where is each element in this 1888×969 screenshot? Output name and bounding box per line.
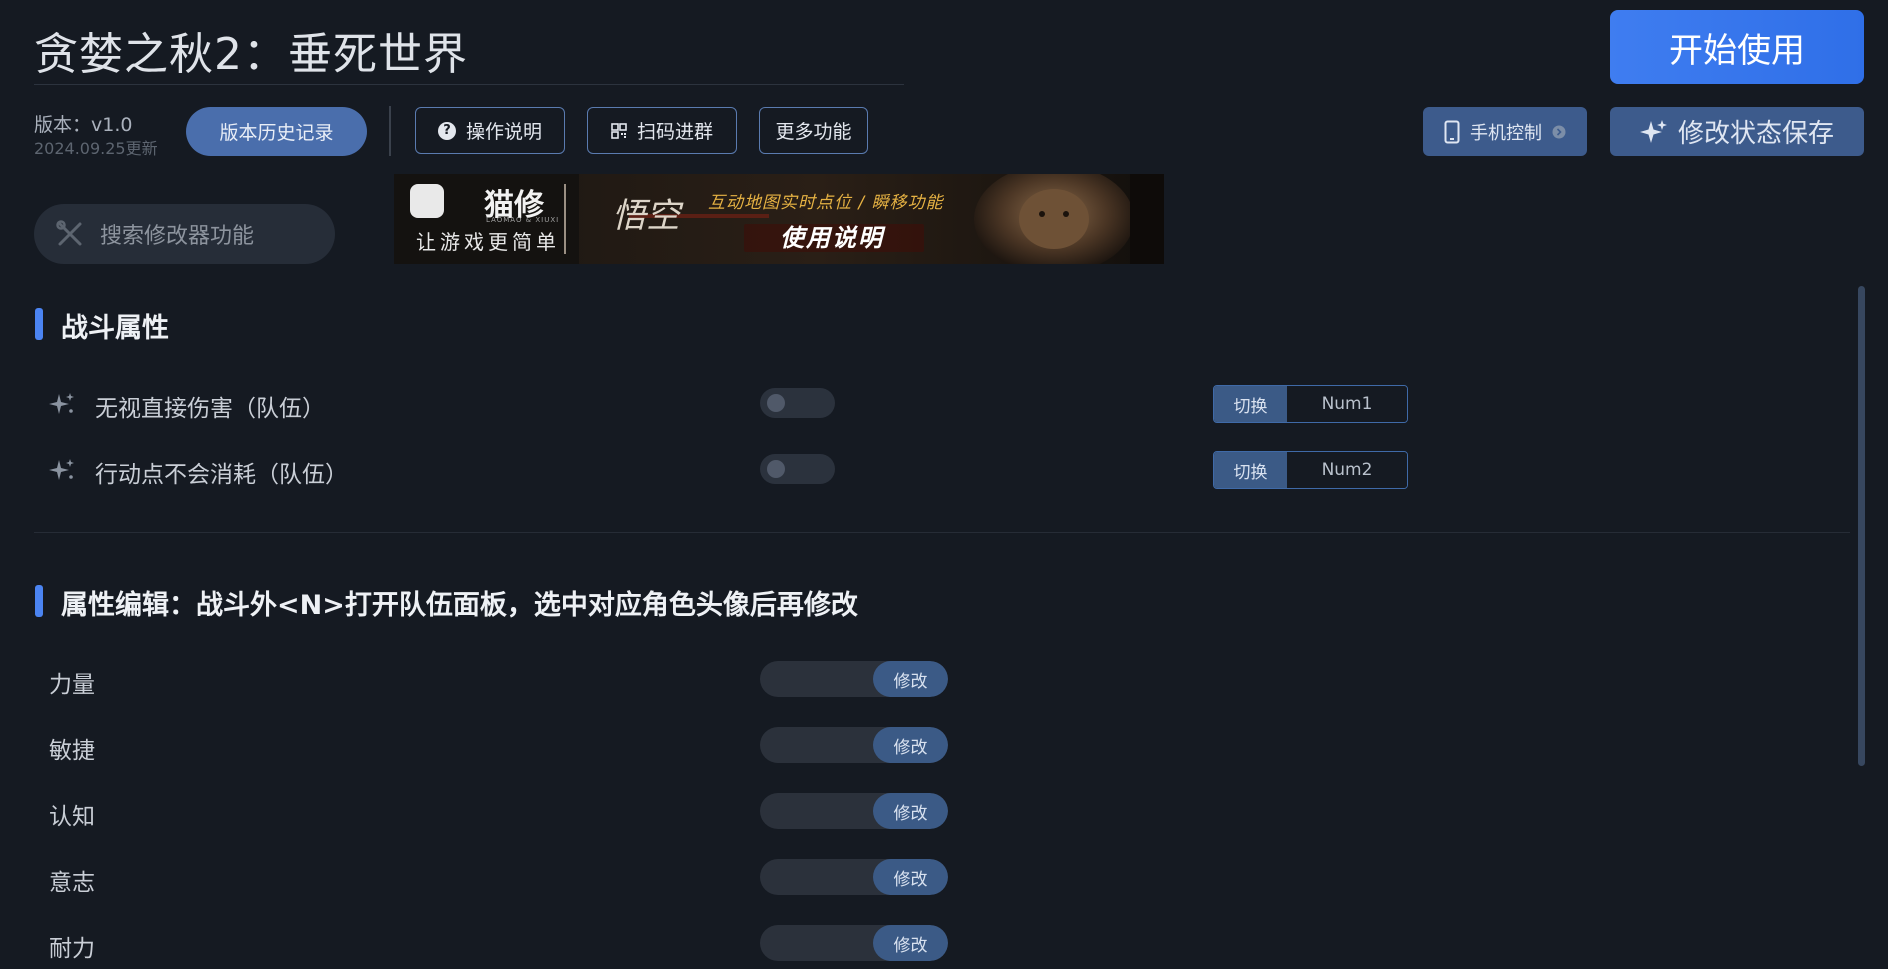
hotkey-key: Num1 (1287, 386, 1407, 422)
edit-button[interactable]: 修改 (873, 727, 948, 763)
phone-control-button[interactable]: 手机控制 (1423, 107, 1587, 156)
question-icon: ? (437, 121, 456, 140)
search-placeholder: 搜索修改器功能 (100, 224, 255, 249)
toggle-knob (767, 394, 785, 412)
attribute-input[interactable]: 修改 (760, 859, 948, 895)
hotkey-key: Num2 (1287, 452, 1407, 488)
qr-code-icon (611, 122, 627, 139)
scrollbar[interactable] (1858, 286, 1865, 766)
qr-group-button[interactable]: 扫码进群 (587, 107, 737, 154)
hotkey-binding[interactable]: 切换 Num2 (1213, 451, 1408, 489)
save-state-button[interactable]: 修改状态保存 (1610, 107, 1864, 156)
sparkle-icon (1639, 119, 1667, 143)
more-features-button[interactable]: 更多功能 (759, 107, 868, 154)
help-button[interactable]: ? 操作说明 (415, 107, 565, 154)
hotkey-binding[interactable]: 切换 Num1 (1213, 385, 1408, 423)
banner-cta: 使用说明 (780, 224, 884, 252)
info-icon (1552, 125, 1566, 138)
attribute-label: 意志 (49, 870, 95, 896)
banner-calligraphy: 悟空 (612, 196, 680, 236)
version-history-button[interactable]: 版本历史记录 (186, 107, 367, 156)
attribute-label: 耐力 (49, 936, 95, 962)
section-title-combat: 战斗属性 (61, 313, 169, 344)
brand-logo-icon (410, 184, 444, 218)
help-button-label: 操作说明 (465, 121, 542, 143)
hotkey-action: 切换 (1214, 386, 1287, 422)
edit-button[interactable]: 修改 (873, 661, 948, 697)
edit-button[interactable]: 修改 (873, 859, 948, 895)
app-title: 贪婪之秋2：垂死世界 (34, 29, 468, 80)
section-marker (35, 585, 43, 617)
save-state-label: 修改状态保存 (1677, 119, 1834, 149)
attribute-label: 认知 (49, 804, 95, 830)
hotkey-action: 切换 (1214, 452, 1287, 488)
edit-button[interactable]: 修改 (873, 925, 948, 961)
section-marker (35, 308, 43, 340)
title-divider (34, 84, 904, 85)
toolbar-separator (389, 106, 391, 156)
section-title-attributes: 属性编辑：战斗外<N>打开队伍面板，选中对应角色头像后再修改 (61, 590, 858, 621)
search-box[interactable]: 搜索修改器功能 (34, 204, 335, 264)
sparkle-icon (49, 393, 74, 414)
start-button[interactable]: 开始使用 (1610, 10, 1864, 84)
attribute-input[interactable]: 修改 (760, 925, 948, 961)
combat-row-label: 无视直接伤害（队伍） (95, 396, 325, 422)
banner-headline: 互动地图实时点位 / 瞬移功能 (708, 193, 944, 213)
phone-control-label: 手机控制 (1470, 122, 1542, 144)
brand-subtitle: LAOMAO & XIUXI (486, 216, 560, 224)
update-date: 2024.09.25更新 (34, 139, 158, 158)
sparkle-icon (49, 459, 74, 480)
attribute-input[interactable]: 修改 (760, 793, 948, 829)
combat-toggle[interactable] (760, 454, 835, 484)
promo-banner[interactable]: 猫修 LAOMAO & XIUXI 让游戏更简单 悟空 互动地图实时点位 / 瞬… (394, 174, 1164, 264)
attribute-label: 力量 (49, 672, 95, 698)
tools-icon (56, 220, 82, 246)
attribute-input[interactable]: 修改 (760, 661, 948, 697)
attribute-label: 敏捷 (49, 738, 95, 764)
attribute-input[interactable]: 修改 (760, 727, 948, 763)
version-label: 版本：v1.0 (34, 114, 133, 136)
brand-slogan: 让游戏更简单 (416, 230, 560, 254)
combat-row-label: 行动点不会消耗（队伍） (95, 462, 348, 488)
toggle-knob (767, 460, 785, 478)
qr-group-label: 扫码进群 (636, 121, 713, 143)
combat-toggle[interactable] (760, 388, 835, 418)
section-divider (34, 532, 1850, 533)
edit-button[interactable]: 修改 (873, 793, 948, 829)
phone-icon (1444, 120, 1460, 143)
